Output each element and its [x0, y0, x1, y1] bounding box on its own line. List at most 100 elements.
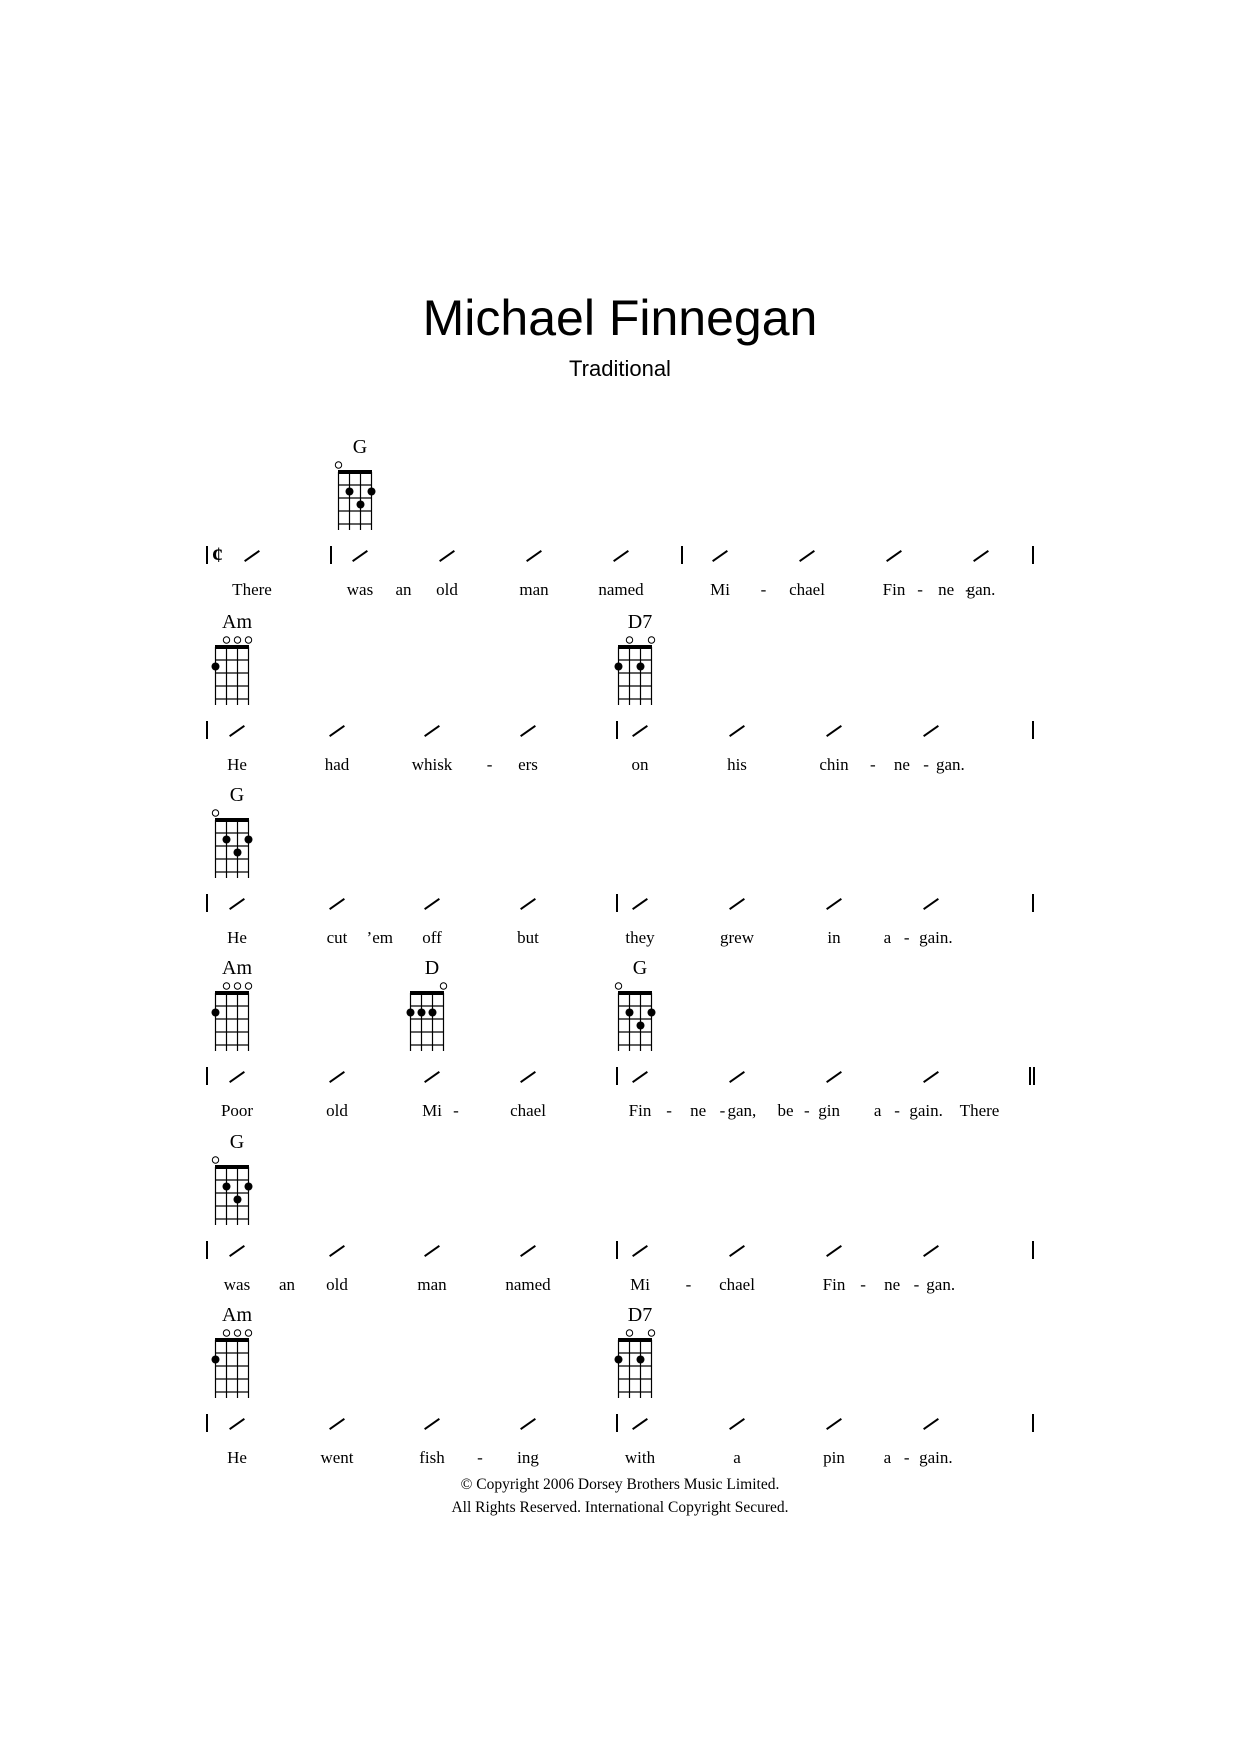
open-string-marker — [222, 1329, 231, 1337]
barline — [616, 1414, 618, 1432]
lyric-syllable: old — [326, 1101, 348, 1120]
finger-dot — [636, 662, 645, 671]
barline-end — [1032, 1241, 1034, 1259]
chord-grid — [211, 636, 253, 705]
system-6: Am D7 He went fish - ing with a pin a - gain. — [0, 1304, 1240, 1478]
finger-dot — [233, 848, 242, 857]
finger-dot — [211, 1008, 220, 1017]
beat-slash — [729, 1071, 745, 1083]
finger-dot — [614, 662, 623, 671]
beat-slash — [439, 550, 455, 562]
barline-double — [1029, 1067, 1035, 1085]
lyric-syllable: was — [223, 1275, 251, 1294]
chord-diagram-am: Am — [207, 957, 267, 1051]
lyric-syllable: Fin — [882, 580, 906, 599]
barline-start — [206, 1241, 208, 1259]
lyric-hyphen: - — [666, 1101, 672, 1120]
lyric-syllable: off — [422, 928, 442, 947]
beat-slash — [424, 898, 440, 910]
beat-slash — [424, 1071, 440, 1083]
lyric-hyphen: - — [760, 580, 767, 599]
finger-dot — [356, 500, 365, 509]
lyric-syllable: an — [395, 580, 412, 599]
beat-slash — [923, 725, 939, 737]
lyric-syllable: ing — [517, 1448, 539, 1467]
time-signature-cut-time: ¢ — [212, 542, 223, 567]
beat-slash — [632, 1071, 648, 1083]
open-string-marker — [211, 809, 220, 817]
lyric-syllable: old — [326, 1275, 348, 1294]
lyric-syllable: Mi — [422, 1101, 442, 1120]
copyright-line-2: All Rights Reserved. International Copyr… — [451, 1499, 789, 1516]
barline-start — [206, 721, 208, 739]
beat-slash — [826, 725, 842, 737]
chord-grid — [211, 982, 253, 1051]
chord-name: Am — [222, 957, 252, 979]
open-string-marker — [614, 982, 623, 990]
beat-slash — [923, 1418, 939, 1430]
lyric-hyphen: - — [903, 928, 910, 947]
lyric-syllable: in — [827, 928, 841, 947]
lyric-syllable: gain. — [919, 1448, 953, 1467]
chord-nut — [215, 1338, 249, 1342]
lyric-hyphen: - — [719, 1101, 726, 1120]
lyric-syllable: grew — [720, 928, 754, 947]
chord-grid — [406, 982, 448, 1051]
chord-name: G — [352, 436, 368, 458]
lyric-hyphen: - — [453, 1101, 459, 1120]
lyric-syllable: pin — [823, 1448, 845, 1467]
beat-slash — [923, 1245, 939, 1257]
open-string-marker — [625, 636, 634, 644]
beat-slash — [613, 550, 629, 562]
lyric-syllable: There — [959, 1101, 1000, 1120]
beat-slash — [886, 550, 902, 562]
beat-slash — [632, 1245, 648, 1257]
lyric-syllable: ne — [938, 580, 955, 599]
open-string-marker — [222, 982, 231, 990]
lyric-syllable: but — [517, 928, 539, 947]
finger-dot — [211, 1355, 220, 1364]
open-string-marker — [439, 982, 448, 990]
chord-grid — [211, 809, 253, 878]
system-2: Am D7 He had whisk - ers on his chin - ne - gan. — [0, 611, 1240, 785]
lyric-syllable: an — [278, 1275, 296, 1294]
open-string-marker — [625, 1329, 634, 1337]
finger-dot — [222, 1182, 231, 1191]
barline — [616, 721, 618, 739]
beat-slash — [729, 1418, 745, 1430]
lyric-syllable: man — [519, 580, 549, 599]
lyric-syllable: Fin — [822, 1275, 846, 1294]
chord-nut — [618, 991, 652, 995]
chord-nut — [215, 991, 249, 995]
beat-slash — [229, 725, 245, 737]
chord-nut — [215, 818, 249, 822]
lyric-syllable: gain. — [919, 928, 953, 947]
lyric-syllable: chael — [789, 580, 825, 599]
song-title: Michael Finnegan — [422, 290, 818, 346]
finger-dot — [244, 1182, 253, 1191]
barline — [616, 894, 618, 912]
finger-dot — [636, 1355, 645, 1364]
lyric-syllable: a — [883, 1448, 892, 1467]
chord-grid — [614, 1329, 656, 1398]
lyric-syllable: Fin — [628, 1101, 652, 1120]
finger-dot — [244, 835, 253, 844]
chord-nut — [338, 470, 372, 474]
beat-slash — [729, 898, 745, 910]
beat-slash — [973, 550, 989, 562]
system-5: Gwas an old man named Mi - chael Fin - ne - gan. — [0, 1131, 1240, 1305]
open-string-marker — [244, 1329, 253, 1337]
beat-slash — [424, 1418, 440, 1430]
lyric-hyphen: - — [903, 1448, 910, 1467]
open-string-marker — [244, 636, 253, 644]
chord-name: Am — [222, 1304, 252, 1326]
lyric-syllable: fish — [419, 1448, 445, 1467]
open-string-marker — [647, 1329, 656, 1337]
lyric-syllable: Poor — [220, 1101, 254, 1120]
beat-slash — [826, 1071, 842, 1083]
open-string-marker — [233, 636, 242, 644]
lyric-syllable: ’em — [366, 928, 393, 947]
lyric-syllable: whisk — [411, 755, 453, 774]
lyric-hyphen: - — [894, 1101, 900, 1120]
open-string-marker — [244, 982, 253, 990]
